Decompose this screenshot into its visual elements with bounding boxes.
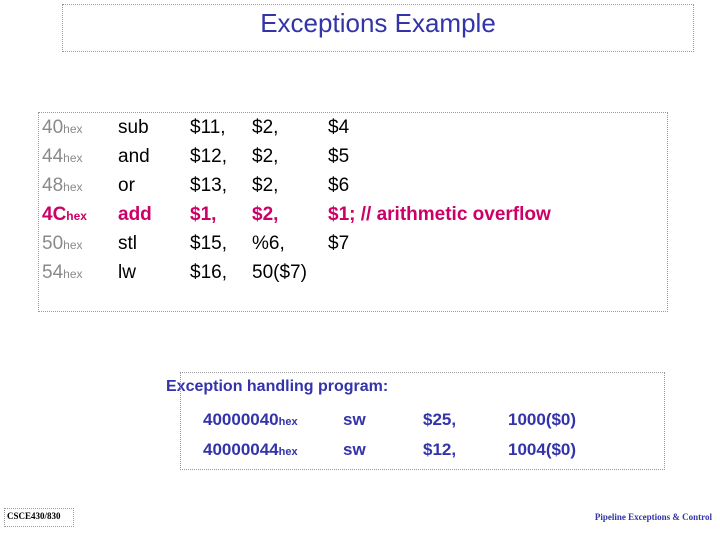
code-address-hex-suffix: hex [63,180,83,194]
code-address-hex-suffix: hex [63,238,83,252]
footer-topic: Pipeline Exceptions & Control [594,512,712,522]
code-address-value: 4C [42,204,67,225]
table-row: 40hex sub $11, $2, $4 [42,116,551,145]
code-arg2: $2, [252,146,279,167]
code-arg3: $6 [328,175,350,196]
code-arg1: $11, [190,117,226,138]
code-arg1: $12, [190,146,227,167]
code-arg1: $16, [190,262,227,283]
exception-handler-body: 40000040hex sw $25, 1000($0) 40000044hex… [203,408,576,468]
handler-opcode: sw [343,410,366,429]
handler-address-value: 40000040 [203,410,279,429]
page-title: Exceptions Example [260,8,496,38]
handler-opcode: sw [343,440,366,459]
code-arg2: %6, [252,233,285,254]
code-address-hex-suffix: hex [66,209,87,223]
table-row: 44hex and $12, $2, $5 [42,145,551,174]
handler-arg2: 1000($0) [508,410,577,429]
code-address-value: 50 [42,233,64,254]
code-opcode: and [118,146,150,167]
table-row: 48hex or $13, $2, $6 [42,174,551,203]
handler-address-value: 40000044 [203,440,279,459]
code-opcode: lw [118,262,136,283]
code-arg2: $2, [252,204,279,225]
code-address: 50hex [42,232,118,261]
code-arg1: $15, [190,233,227,254]
code-opcode: sub [118,117,149,138]
code-opcode: stl [118,233,137,254]
code-address-value: 44 [42,146,64,167]
code-opcode: add [118,204,152,225]
table-row: 40000044hex sw $12, 1004($0) [203,438,576,468]
table-row-highlighted: 4Chex add $1, $2, $1; // arithmetic over… [42,203,551,232]
code-address: 4Chex [42,203,118,232]
code-arg2: 50($7) [252,262,307,283]
code-address: 40hex [42,116,118,145]
code-address-hex-suffix: hex [63,267,83,281]
code-address-value: 48 [42,175,64,196]
code-arg3: $5 [328,146,350,167]
code-arg1: $13, [190,175,227,196]
code-address: 44hex [42,145,118,174]
handler-arg1: $12, [423,440,457,459]
handler-arg2: 1004($0) [508,440,577,459]
code-address-value: 54 [42,262,64,283]
code-address-value: 40 [42,117,64,138]
code-listing-table: 40hex sub $11, $2, $4 44hex and $12, $2,… [42,116,551,290]
code-address: 48hex [42,174,118,203]
code-listing-body: 40hex sub $11, $2, $4 44hex and $12, $2,… [42,116,551,290]
handler-address-hex-suffix: hex [278,416,298,428]
code-arg2: $2, [252,117,279,138]
table-row: 54hex lw $16, 50($7) [42,261,551,290]
code-arg3: $4 [328,117,350,138]
handler-address-hex-suffix: hex [278,446,298,458]
code-opcode: or [118,175,135,196]
handler-arg1: $25, [423,410,457,429]
handler-address: 40000040hex [203,408,343,438]
table-row: 40000040hex sw $25, 1000($0) [203,408,576,438]
handler-address: 40000044hex [203,438,343,468]
code-arg1: $1, [190,204,217,225]
code-address: 54hex [42,261,118,290]
code-address-hex-suffix: hex [63,122,83,136]
code-arg3 [328,261,551,290]
code-address-hex-suffix: hex [63,151,83,165]
footer-course-code: CSCE430/830 [7,511,61,521]
code-arg2: $2, [252,175,279,196]
code-arg3: $7 [328,233,350,254]
code-arg3: $1; // arithmetic overflow [328,204,551,225]
exception-handler-table: 40000040hex sw $25, 1000($0) 40000044hex… [203,408,576,468]
table-row: 50hex stl $15, %6, $7 [42,232,551,261]
